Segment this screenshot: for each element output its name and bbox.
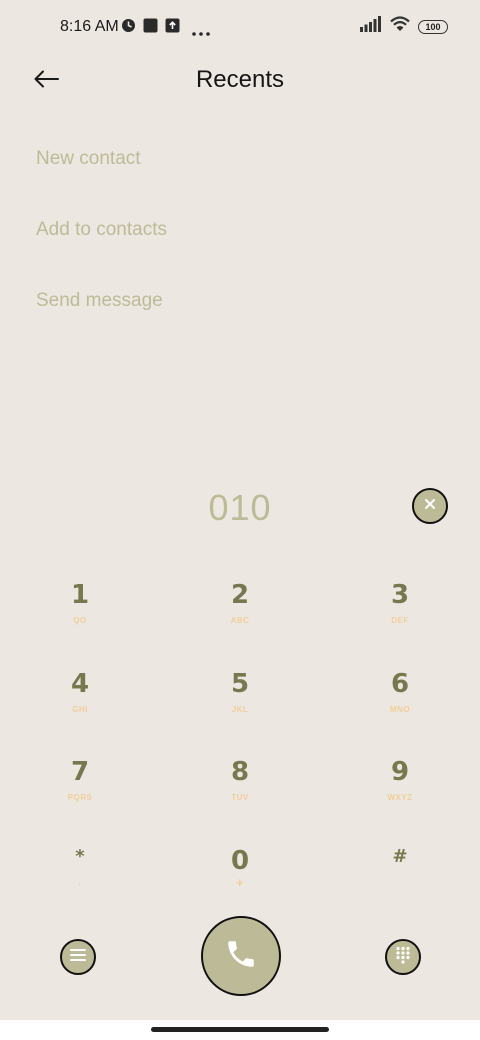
status-time: 8:16 AM: [60, 18, 119, 35]
key-digit: 9: [390, 757, 410, 787]
key-2[interactable]: 2 ABC: [180, 580, 300, 650]
key-letters: TUV: [231, 793, 249, 802]
key-digit: 6: [390, 669, 410, 699]
dialpad-toggle-button[interactable]: [385, 939, 421, 975]
key-digit: 8: [230, 757, 250, 787]
home-indicator[interactable]: [151, 1027, 329, 1032]
key-digit: 4: [70, 669, 90, 699]
menu-button[interactable]: [60, 939, 96, 975]
key-digit: 5: [230, 669, 250, 699]
dialed-number: 010: [208, 487, 272, 528]
key-0[interactable]: 0 +: [180, 846, 300, 916]
alarm-icon: [121, 18, 136, 38]
key-star[interactable]: * ,: [20, 842, 140, 912]
key-hash[interactable]: #: [340, 842, 460, 912]
add-to-contacts-action[interactable]: Add to contacts: [36, 219, 167, 241]
key-5[interactable]: 5 JKL: [180, 669, 300, 739]
key-letters: WXYZ: [387, 793, 413, 802]
upload-icon: [165, 18, 180, 38]
notification-square-icon: [143, 18, 158, 38]
key-6[interactable]: 6 MNO: [340, 669, 460, 739]
phone-icon: [224, 937, 258, 976]
key-7[interactable]: 7 PQRS: [20, 757, 140, 827]
key-1[interactable]: 1 QO: [20, 580, 140, 650]
page-title: Recents: [195, 66, 285, 93]
more-dots-icon: [191, 24, 211, 42]
key-digit: 2: [230, 580, 250, 610]
close-icon: [424, 497, 436, 515]
key-letters: JKL: [231, 705, 249, 714]
key-letters: MNO: [389, 705, 411, 714]
key-letters: ,: [78, 878, 82, 887]
key-digit: #: [392, 846, 408, 867]
key-digit: 0: [230, 846, 250, 876]
key-8[interactable]: 8 TUV: [180, 757, 300, 827]
key-digit: *: [75, 846, 85, 867]
key-digit: 3: [390, 580, 410, 610]
key-letters: GHI: [72, 705, 88, 714]
key-letters: ABC: [230, 616, 250, 625]
status-bar: 8:16 AM 100: [0, 0, 480, 56]
wifi-icon: [390, 16, 410, 37]
menu-icon: [70, 948, 86, 967]
clear-number-button[interactable]: [412, 488, 448, 524]
key-letters: PQRS: [67, 793, 93, 802]
signal-icon: [360, 16, 382, 37]
key-digit: 1: [70, 580, 90, 610]
key-letters: +: [235, 875, 245, 890]
key-9[interactable]: 9 WXYZ: [340, 757, 460, 827]
status-right: 100: [360, 16, 448, 37]
battery-icon: 100: [418, 19, 448, 34]
key-digit: 7: [70, 757, 90, 787]
new-contact-action[interactable]: New contact: [36, 148, 141, 170]
key-letters: QO: [73, 616, 87, 625]
call-button[interactable]: [201, 916, 281, 996]
dialpad-icon: [395, 946, 411, 969]
send-message-action[interactable]: Send message: [36, 290, 163, 312]
key-4[interactable]: 4 GHI: [20, 669, 140, 739]
key-letters: DEF: [391, 616, 409, 625]
key-3[interactable]: 3 DEF: [340, 580, 460, 650]
